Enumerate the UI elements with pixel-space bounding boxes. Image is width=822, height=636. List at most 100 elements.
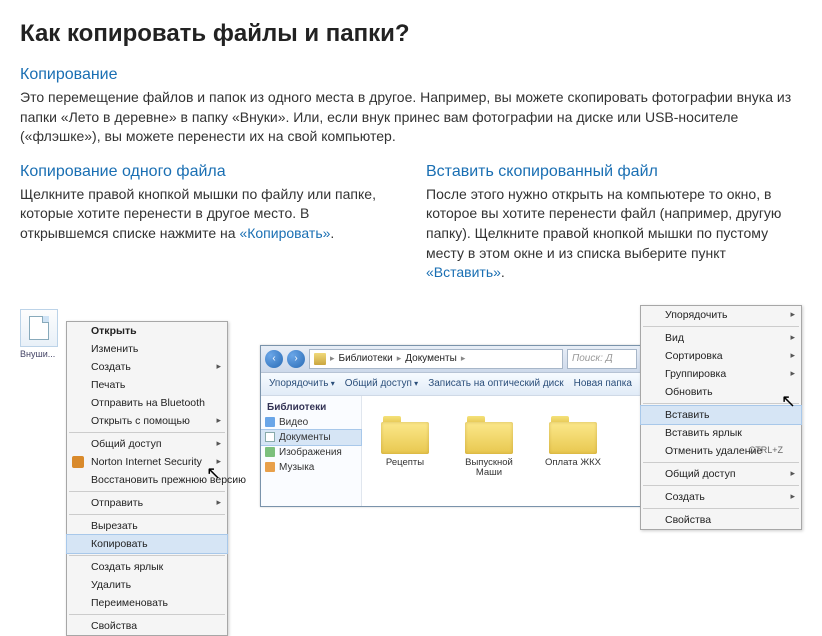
file-thumbnail-label: Внуши... bbox=[20, 349, 55, 359]
sidebar-header-label: Библиотеки bbox=[267, 402, 326, 413]
context-menu-blank-separator bbox=[643, 485, 799, 486]
menu-item-label: Вставить bbox=[665, 409, 710, 421]
context-menu-blank-item[interactable]: Вставить ярлык bbox=[641, 424, 801, 442]
menu-item-label: Вырезать bbox=[91, 520, 138, 532]
context-menu-file-item[interactable]: Печать bbox=[67, 376, 227, 394]
section-body-copy-one: Щелкните правой кнопкой мышки по файлу и… bbox=[20, 185, 396, 244]
context-menu-file-item[interactable]: Копировать bbox=[67, 535, 227, 553]
folder-icon bbox=[465, 416, 513, 454]
file-thumbnail[interactable] bbox=[20, 309, 58, 347]
vid-icon bbox=[265, 417, 275, 427]
text-fragment: . bbox=[330, 225, 334, 241]
context-menu-file-item[interactable]: Восстановить прежнюю версию bbox=[67, 471, 227, 489]
document-icon bbox=[29, 316, 49, 340]
context-menu-blank-separator bbox=[643, 508, 799, 509]
menu-item-label: Сортировка bbox=[665, 350, 723, 362]
context-menu-file-item[interactable]: Переименовать bbox=[67, 594, 227, 612]
path-separator: ▸ bbox=[461, 353, 466, 364]
context-menu-blank-item[interactable]: Вид bbox=[641, 329, 801, 347]
context-menu-file-item[interactable]: Свойства bbox=[67, 617, 227, 635]
path-separator: ▸ bbox=[397, 353, 402, 364]
context-menu-blank-item[interactable]: Сортировка bbox=[641, 347, 801, 365]
explorer-address-bar: ‹ › ▸ Библиотеки ▸ Документы ▸ Поиск: Д bbox=[261, 346, 641, 373]
sidebar-header[interactable]: Библиотеки bbox=[261, 400, 361, 415]
menu-item-label: Norton Internet Security bbox=[91, 456, 202, 468]
context-menu-file-item[interactable]: Создать ярлык bbox=[67, 558, 227, 576]
context-menu-blank-item[interactable]: Создать bbox=[641, 488, 801, 506]
link-copy: «Копировать» bbox=[239, 225, 330, 241]
mus-icon bbox=[265, 462, 275, 472]
forward-button[interactable]: › bbox=[287, 350, 305, 368]
context-menu-blank-item[interactable]: Обновить bbox=[641, 383, 801, 401]
context-menu-file-separator bbox=[69, 491, 225, 492]
sidebar-item[interactable]: Музыка bbox=[261, 460, 361, 475]
folder-item[interactable]: Оплата ЖКХ bbox=[540, 416, 606, 486]
context-menu-blank-separator bbox=[643, 326, 799, 327]
menu-item-label: Открыть bbox=[91, 325, 137, 337]
context-menu-file-item[interactable]: Отправить на Bluetooth bbox=[67, 394, 227, 412]
context-menu-blank-item[interactable]: Свойства bbox=[641, 511, 801, 529]
menu-item-label: Копировать bbox=[91, 538, 148, 550]
context-menu-file-item[interactable]: Удалить bbox=[67, 576, 227, 594]
context-menu-file-item[interactable]: Общий доступ bbox=[67, 435, 227, 453]
folder-item[interactable]: Выпускной Маши bbox=[456, 416, 522, 486]
context-menu-file-separator bbox=[69, 614, 225, 615]
folder-icon bbox=[549, 416, 597, 454]
img-icon bbox=[265, 447, 275, 457]
folder-item[interactable]: Рецепты bbox=[372, 416, 438, 486]
toolbar-item[interactable]: Новая папка bbox=[574, 378, 632, 389]
menu-item-label: Группировка bbox=[665, 368, 726, 380]
section-heading-paste: Вставить скопированный файл bbox=[426, 163, 802, 181]
menu-item-label: Создать bbox=[91, 361, 131, 373]
menu-item-label: Свойства bbox=[665, 514, 711, 526]
context-menu-blank-item[interactable]: Отменить удалениеCTRL+Z bbox=[641, 442, 801, 460]
toolbar-item[interactable]: Записать на оптический диск bbox=[428, 378, 563, 389]
menu-item-label: Отправить на Bluetooth bbox=[91, 397, 205, 409]
context-menu-file-item[interactable]: Открыть bbox=[67, 322, 227, 340]
section-body-paste: После этого нужно открыть на компьютере … bbox=[426, 185, 802, 283]
context-menu-blank-item[interactable]: Группировка bbox=[641, 365, 801, 383]
folder-label: Рецепты bbox=[386, 458, 424, 468]
figure-explorer-paste: ‹ › ▸ Библиотеки ▸ Документы ▸ Поиск: Д … bbox=[260, 305, 802, 525]
explorer-window: ‹ › ▸ Библиотеки ▸ Документы ▸ Поиск: Д … bbox=[260, 345, 642, 507]
explorer-main[interactable]: Рецепты Выпускной Маши Оплата ЖКХ bbox=[362, 396, 641, 506]
context-menu-file-item[interactable]: Открыть с помощью bbox=[67, 412, 227, 430]
context-menu-file-item[interactable]: Создать bbox=[67, 358, 227, 376]
menu-item-label: Обновить bbox=[665, 386, 713, 398]
sidebar-item[interactable]: Изображения bbox=[261, 445, 361, 460]
menu-item-label: Создать ярлык bbox=[91, 561, 163, 573]
context-menu-file-item[interactable]: Изменить bbox=[67, 340, 227, 358]
toolbar-item[interactable]: Общий доступ bbox=[345, 378, 418, 389]
context-menu-blank-item[interactable]: Общий доступ bbox=[641, 465, 801, 483]
context-menu-blank-separator bbox=[643, 403, 799, 404]
path-segment[interactable]: Документы bbox=[405, 353, 457, 364]
context-menu-file-separator bbox=[69, 555, 225, 556]
context-menu-file-item[interactable]: Norton Internet Security bbox=[67, 453, 227, 471]
sidebar-item-label: Изображения bbox=[279, 447, 342, 458]
sidebar-item[interactable]: Видео bbox=[261, 415, 361, 430]
context-menu-file-item[interactable]: Отправить bbox=[67, 494, 227, 512]
back-button[interactable]: ‹ bbox=[265, 350, 283, 368]
menu-item-label: Отменить удаление bbox=[665, 445, 762, 457]
section-heading-copy: Копирование bbox=[20, 66, 802, 84]
figure-copy-context-menu: Внуши... Открыть Изменить Создать Печать Отп… bbox=[20, 305, 240, 525]
path-box[interactable]: ▸ Библиотеки ▸ Документы ▸ bbox=[309, 349, 563, 369]
menu-item-label: Удалить bbox=[91, 579, 131, 591]
context-menu-blank-item[interactable]: Упорядочить bbox=[641, 306, 801, 324]
menu-item-label: Упорядочить bbox=[665, 309, 727, 321]
doc-icon bbox=[265, 432, 275, 442]
menu-item-label: Отправить bbox=[91, 497, 143, 509]
sidebar-item-label: Документы bbox=[279, 432, 331, 443]
menu-item-label: Изменить bbox=[91, 343, 138, 355]
search-input[interactable]: Поиск: Д bbox=[567, 349, 637, 369]
path-segment[interactable]: Библиотеки bbox=[339, 353, 393, 364]
menu-item-label: Общий доступ bbox=[665, 468, 736, 480]
context-menu-file-item[interactable]: Вырезать bbox=[67, 517, 227, 535]
context-menu-blank-item[interactable]: Вставить bbox=[641, 406, 801, 424]
toolbar-item[interactable]: Упорядочить bbox=[269, 378, 335, 389]
path-separator: ▸ bbox=[330, 353, 335, 364]
sidebar-item[interactable]: Документы bbox=[261, 430, 361, 445]
context-menu-file: Открыть Изменить Создать Печать Отправить на… bbox=[66, 321, 228, 636]
folder-label: Выпускной Маши bbox=[456, 458, 522, 479]
keyboard-shortcut: CTRL+Z bbox=[749, 445, 783, 455]
